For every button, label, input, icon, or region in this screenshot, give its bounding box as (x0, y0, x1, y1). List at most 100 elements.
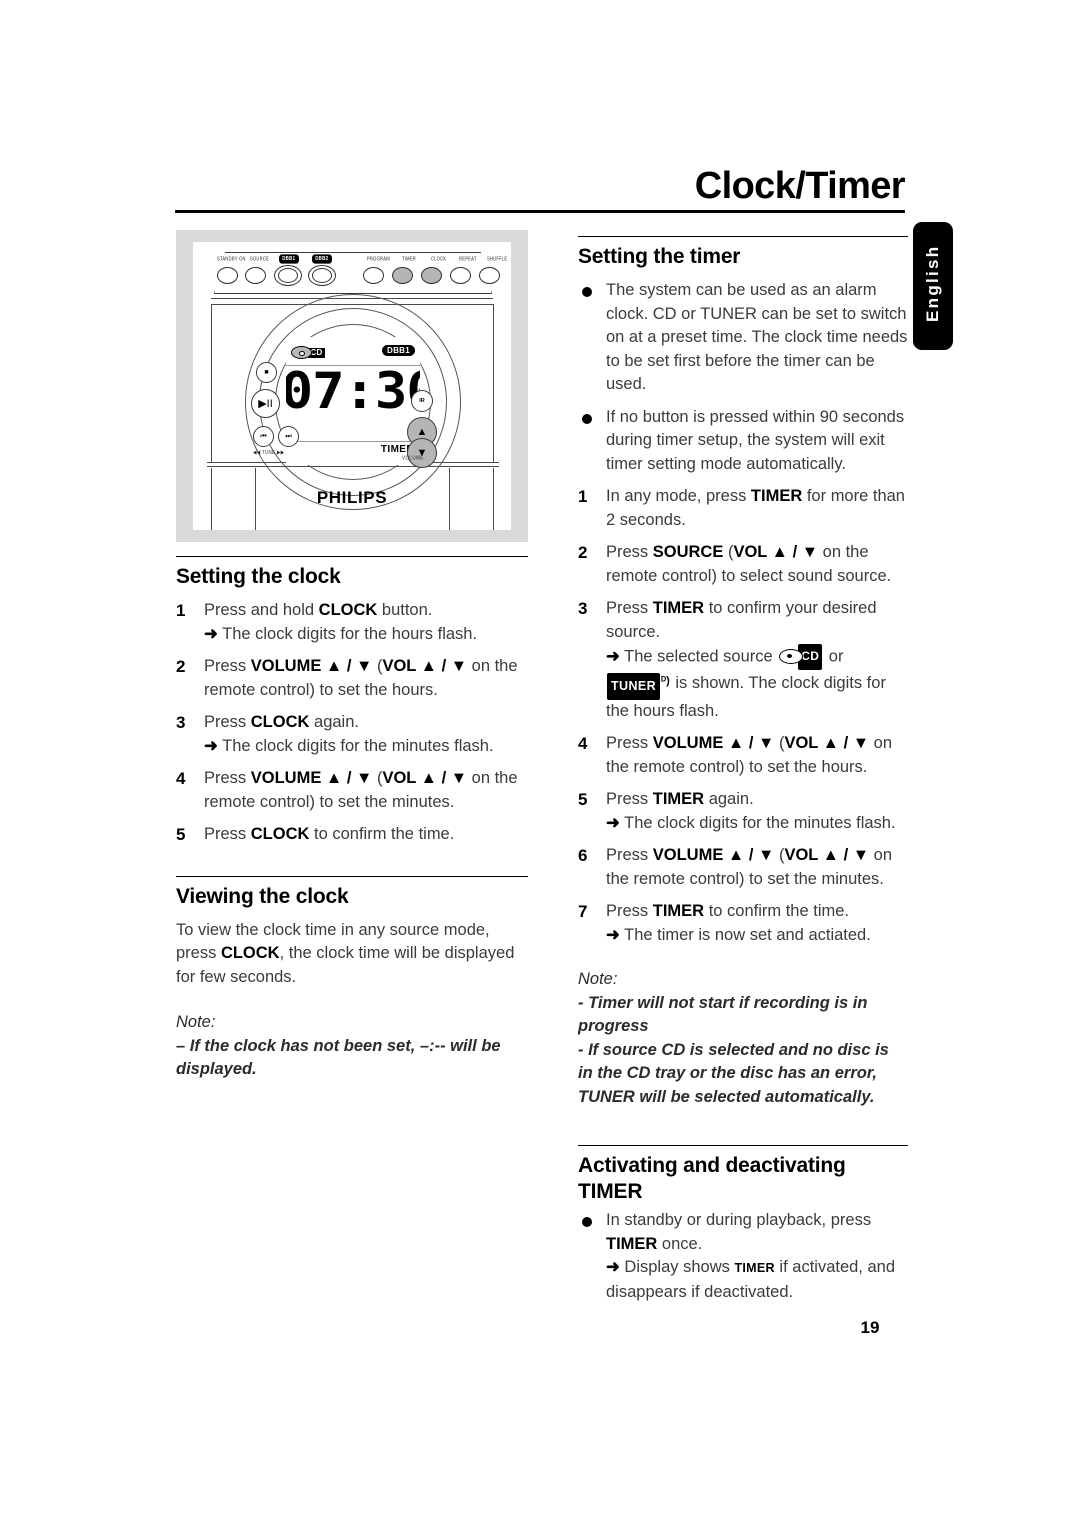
knob-standby-on[interactable] (217, 267, 238, 284)
ir-label: IR (419, 398, 425, 404)
bullet-item: If no button is pressed within 90 second… (578, 406, 908, 477)
lcd-cd-indicator: CD (291, 346, 325, 359)
step-number: 5 (176, 825, 186, 844)
step-number: 3 (176, 713, 186, 732)
language-tab-label: English (923, 244, 942, 322)
step-text: Press VOLUME ▲ / ▼ (VOL ▲ / ▼ on the rem… (204, 657, 518, 699)
step-item: 2 Press VOLUME ▲ / ▼ (VOL ▲ / ▼ on the r… (176, 655, 528, 702)
step-text: Press TIMER to confirm your desired sour… (606, 599, 877, 641)
step-number: 2 (176, 657, 186, 676)
setting-timer-divider (578, 236, 908, 237)
step-number: 3 (578, 599, 588, 618)
step-item: 6 Press VOLUME ▲ / ▼ (VOL ▲ / ▼ on the r… (578, 844, 908, 891)
right-column: Setting the timer The system can be used… (578, 236, 908, 1313)
volume-down-button[interactable]: ▼ (407, 438, 437, 468)
knob-timer[interactable] (392, 267, 413, 284)
step-number: 7 (578, 902, 588, 921)
activating-timer-heading-line1: Activating and deactivating (578, 1154, 846, 1177)
header-divider (175, 210, 905, 213)
stop-button[interactable]: ■ (256, 362, 277, 383)
volume-label: VOLUME (402, 454, 424, 461)
note-line: – If the clock has not been set, –:-- wi… (176, 1036, 501, 1079)
note-label: Note: (578, 970, 618, 988)
bullet-item: The system can be used as an alarm clock… (578, 279, 908, 397)
step-text: Press and hold CLOCK button. (204, 601, 433, 619)
volume-up-icon: ▲ (416, 426, 428, 438)
note-label: Note: (176, 1013, 216, 1031)
previous-icon: ⏮ (260, 432, 267, 440)
step-text: Press CLOCK to confirm the time. (204, 825, 455, 843)
button-label-dbb2: DBB2 (312, 254, 332, 264)
knob-program[interactable] (363, 267, 384, 284)
manual-page: Clock/Timer English STANDBY ON SOURCE DB… (0, 0, 1080, 1526)
step-number: 4 (578, 734, 588, 753)
ir-sensor: IR (411, 390, 433, 412)
device-body: STANDBY ON SOURCE DBB1 DBB2 PROGRAM TIME… (193, 242, 511, 530)
play-pause-button[interactable]: ▶II (251, 389, 280, 418)
button-label-dbb1: DBB1 (279, 254, 299, 264)
left-column: Setting the clock 1 Press and hold CLOCK… (176, 556, 528, 1082)
setting-clock-heading: Setting the clock (176, 565, 341, 588)
lcd-time: 07:30 (286, 362, 420, 420)
knob-repeat[interactable] (450, 267, 471, 284)
lcd-rule-bottom (286, 441, 420, 442)
language-tab: English (913, 222, 953, 350)
step-item: 5 Press TIMER again. ➜ The clock digits … (578, 788, 908, 835)
top-button-row: STANDBY ON SOURCE DBB1 DBB2 PROGRAM TIME… (217, 254, 507, 289)
step-text: In any mode, press TIMER for more than 2… (606, 487, 905, 529)
step-result: ➜ The clock digits for the minutes flash… (606, 813, 896, 832)
step-item: 5 Press CLOCK to confirm the time. (176, 823, 528, 847)
tune-label: ◀◀ TUNE ▶▶ (253, 449, 285, 456)
knob-dbb1[interactable] (274, 265, 302, 286)
step-number: 1 (176, 601, 186, 620)
step-text: Press VOLUME ▲ / ▼ (VOL ▲ / ▼ on the rem… (204, 769, 518, 811)
step-text: Press TIMER to confirm the time. (606, 902, 849, 920)
brand-logo: PHILIPS (316, 488, 388, 507)
viewing-clock-divider (176, 875, 528, 877)
activating-timer-heading-line2: TIMER (578, 1180, 643, 1203)
step-number: 4 (176, 769, 186, 788)
step-result: ➜ The timer is now set and actiated. (606, 925, 871, 944)
step-item: 3 Press CLOCK again. ➜ The clock digits … (176, 711, 528, 758)
page-number: 19 (860, 1318, 880, 1337)
step-item: 4 Press VOLUME ▲ / ▼ (VOL ▲ / ▼ on the r… (176, 767, 528, 814)
step-result: ➜ The selected source CD or TUNER ᴰ) is s… (606, 644, 908, 723)
previous-track-button[interactable]: ⏮ (253, 426, 274, 447)
button-label-clock: CLOCK (431, 255, 447, 262)
next-icon: ⏭ (285, 432, 292, 440)
panel-right-edge (493, 304, 494, 464)
page-title: Clock/Timer (694, 165, 906, 207)
bullet-result: ➜ Display shows TIMER if activated, and … (606, 1258, 896, 1301)
step-text: Press VOLUME ▲ / ▼ (VOL ▲ / ▼ on the rem… (606, 846, 893, 888)
disc-icon (291, 346, 312, 359)
activating-timer-divider (578, 1145, 908, 1146)
lcd-dbb-indicator: DBB1 (382, 345, 415, 356)
step-item: 4 Press VOLUME ▲ / ▼ (VOL ▲ / ▼ on the r… (578, 732, 908, 779)
setting-clock-divider (176, 556, 528, 557)
next-track-button[interactable]: ⏭ (278, 426, 299, 447)
step-result: ➜ The clock digits for the hours flash. (204, 624, 478, 643)
step-text: Press VOLUME ▲ / ▼ (VOL ▲ / ▼ on the rem… (606, 734, 893, 776)
button-label-timer: TIMER (402, 255, 416, 262)
note-line: - Timer will not start if recording is i… (578, 993, 868, 1036)
step-item: 2 Press SOURCE (VOL ▲ / ▼ on the remote … (578, 541, 908, 588)
step-text: Press SOURCE (VOL ▲ / ▼ on the remote co… (606, 543, 892, 585)
knob-dbb2[interactable] (308, 265, 336, 286)
viewing-clock-body: To view the clock time in any source mod… (176, 920, 515, 986)
step-item: 1 In any mode, press TIMER for more than… (578, 485, 908, 532)
button-label-repeat: REPEAT (459, 255, 477, 262)
knob-clock[interactable] (421, 267, 442, 284)
stop-icon: ■ (264, 369, 269, 376)
button-label-source: SOURCE (250, 255, 270, 262)
step-number: 1 (578, 487, 588, 506)
button-label-shuffle: SHUFFLE (487, 255, 508, 262)
play-pause-icon: ▶II (258, 398, 273, 410)
lcd-display: CD DBB1 07:30 TIMER (286, 337, 420, 465)
knob-shuffle[interactable] (479, 267, 500, 284)
product-illustration: STANDBY ON SOURCE DBB1 DBB2 PROGRAM TIME… (176, 230, 528, 542)
knob-source[interactable] (245, 267, 266, 284)
step-text: Press TIMER again. (606, 790, 754, 808)
note-line: - If source CD is selected and no disc i… (578, 1040, 889, 1106)
step-text: Press CLOCK again. (204, 713, 359, 731)
step-number: 2 (578, 543, 588, 562)
